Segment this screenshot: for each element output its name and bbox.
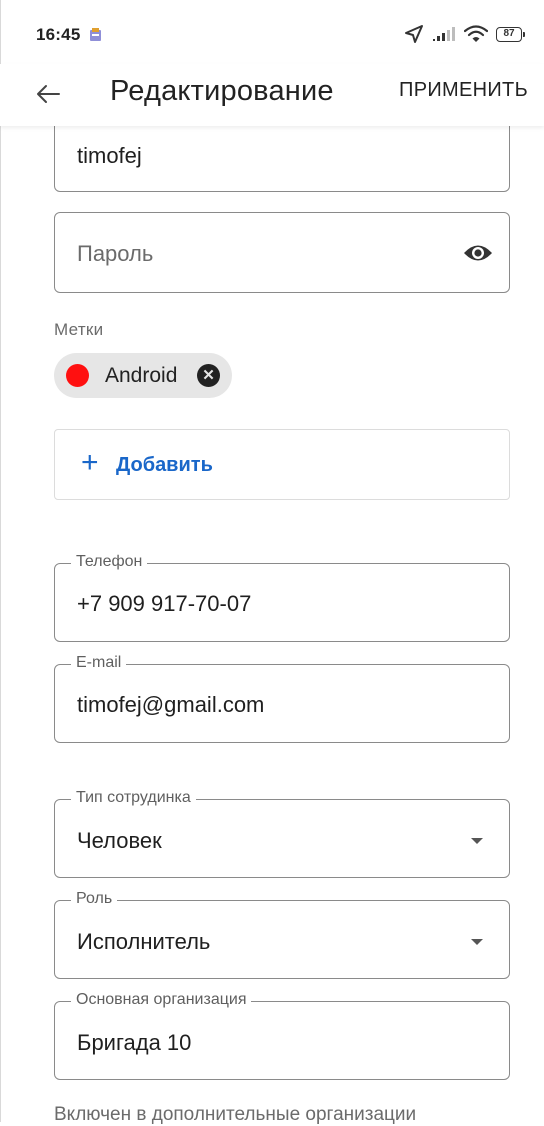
password-placeholder: Пароль [77, 241, 154, 266]
plus-icon: + [81, 446, 99, 479]
wifi-icon [464, 25, 488, 42]
signal-icon [433, 27, 455, 41]
phone-label: Телефон [71, 553, 148, 571]
add-tag-button[interactable]: + Добавить [54, 429, 510, 500]
login-value: timofej [77, 143, 142, 168]
status-time: 16:45 [36, 25, 81, 44]
password-field[interactable]: Пароль [54, 212, 510, 293]
tag-color-dot [66, 364, 89, 387]
role-value: Исполнитель [77, 929, 211, 954]
email-field[interactable]: E-mail timofej@gmail.com [54, 654, 510, 743]
chevron-down-icon [471, 939, 483, 945]
add-tag-label: Добавить [116, 454, 213, 476]
tags-label: Метки [54, 320, 104, 339]
notification-icon [90, 28, 101, 41]
status-bar: 16:45 87 [0, 0, 544, 64]
organization-field[interactable]: Основная организация Бригада 10 [54, 991, 510, 1080]
organization-value: Бригада 10 [77, 1030, 192, 1055]
email-label: E-mail [71, 654, 127, 672]
page-title: Редактирование [110, 75, 334, 107]
role-label: Роль [71, 890, 118, 908]
phone-field[interactable]: Телефон +7 909 917-70-07 [54, 553, 510, 642]
chevron-down-icon [471, 838, 483, 844]
close-icon[interactable]: ✕ [197, 364, 220, 387]
app-bar: Редактирование ПРИМЕНИТЬ [0, 64, 544, 126]
tag-chip[interactable]: Android ✕ [54, 353, 232, 398]
eye-icon[interactable] [463, 243, 493, 263]
apply-button[interactable]: ПРИМЕНИТЬ [399, 79, 528, 102]
location-arrow-icon [405, 25, 423, 43]
organization-label: Основная организация [71, 991, 252, 1009]
employee-type-value: Человек [77, 828, 162, 853]
extra-organizations-label: Включен в дополнительные организации [54, 1104, 417, 1125]
employee-type-label: Тип сотрудинка [71, 789, 196, 807]
battery-icon: 87 [496, 26, 525, 42]
email-value: timofej@gmail.com [77, 692, 265, 717]
status-icons: 87 [404, 24, 525, 44]
page-edge [0, 0, 1, 1122]
employee-type-select[interactable]: Тип сотрудинка Человек [54, 789, 510, 878]
role-select[interactable]: Роль Исполнитель [54, 890, 510, 979]
back-button[interactable] [30, 76, 66, 112]
arrow-back-icon [37, 85, 60, 103]
phone-value: +7 909 917-70-07 [77, 591, 252, 616]
tag-chip-label: Android [105, 364, 178, 387]
